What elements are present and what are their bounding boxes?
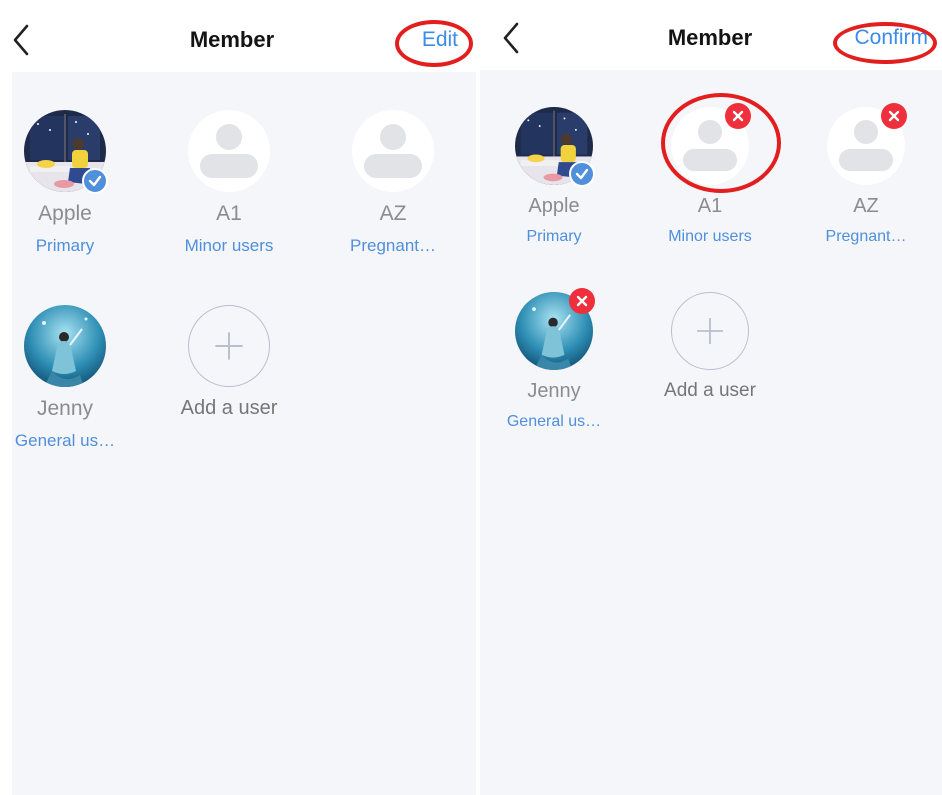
add-user-button[interactable] <box>188 305 270 387</box>
plus-icon <box>215 332 243 360</box>
avatar <box>515 288 595 370</box>
member-item[interactable]: Apple Primary <box>489 107 619 246</box>
member-screen-view-mode: Member Edit Apple Primary A1 Minor users… <box>0 0 476 795</box>
member-grid: Apple Primary A1 Minor users AZ Pregnant… <box>12 72 476 795</box>
avatar <box>24 305 106 387</box>
member-screen-edit-mode: Member Confirm Apple Primary A1 Minor us… <box>478 0 942 795</box>
default-person-icon <box>188 110 270 192</box>
member-role: Pregnant… <box>825 228 907 245</box>
member-name: Apple <box>528 195 580 217</box>
header-bar: Member Edit <box>0 0 476 72</box>
member-item[interactable]: Jenny General us… <box>0 305 130 451</box>
member-name: AZ <box>379 202 407 225</box>
member-item[interactable]: Jenny General us… <box>489 288 619 431</box>
confirm-button[interactable]: Confirm <box>854 26 928 50</box>
member-item[interactable]: Apple Primary <box>0 110 130 256</box>
avatar <box>515 107 595 187</box>
delete-member-button[interactable] <box>725 103 751 129</box>
default-person-icon <box>352 110 434 192</box>
avatar <box>24 110 108 194</box>
default-person-icon <box>671 103 751 185</box>
delete-member-button[interactable] <box>569 288 595 314</box>
member-name: A1 <box>216 202 242 225</box>
member-name: A1 <box>697 195 723 217</box>
member-role: General us… <box>14 431 116 450</box>
delete-icon <box>888 110 900 122</box>
check-icon <box>88 175 102 187</box>
delete-icon <box>732 110 744 122</box>
member-role: Primary <box>526 228 582 245</box>
member-role: Minor users <box>668 228 752 245</box>
underwater-photo <box>24 305 106 387</box>
member-grid: Apple Primary A1 Minor users AZ Pregnant… <box>480 70 942 795</box>
member-role: Primary <box>35 236 95 255</box>
member-name: Apple <box>38 202 92 225</box>
delete-member-button[interactable] <box>881 103 907 129</box>
default-person-icon <box>827 103 907 185</box>
member-item[interactable]: AZ Pregnant… <box>328 110 458 256</box>
page-title: Member <box>189 27 275 52</box>
member-role: General us… <box>506 413 602 430</box>
member-item[interactable]: A1 Minor users <box>645 93 781 246</box>
primary-check-badge <box>82 168 108 194</box>
header-bar: Member Confirm <box>478 0 942 70</box>
member-role: Minor users <box>184 236 274 255</box>
add-user-label: Add a user <box>664 380 756 401</box>
add-user-label: Add a user <box>180 397 278 419</box>
add-user-item[interactable]: Add a user <box>164 305 294 420</box>
member-item[interactable]: AZ Pregnant… <box>801 103 931 246</box>
member-item[interactable]: A1 Minor users <box>164 110 294 256</box>
member-name: Jenny <box>527 380 581 402</box>
check-icon <box>575 168 589 180</box>
member-name: AZ <box>853 195 879 217</box>
member-role: Pregnant… <box>350 236 436 255</box>
primary-check-badge <box>569 161 595 187</box>
delete-icon <box>576 295 588 307</box>
plus-icon <box>697 318 723 344</box>
member-name: Jenny <box>36 397 94 420</box>
add-user-item[interactable]: Add a user <box>645 292 775 402</box>
add-user-button[interactable] <box>671 292 749 370</box>
edit-button[interactable]: Edit <box>422 28 458 52</box>
